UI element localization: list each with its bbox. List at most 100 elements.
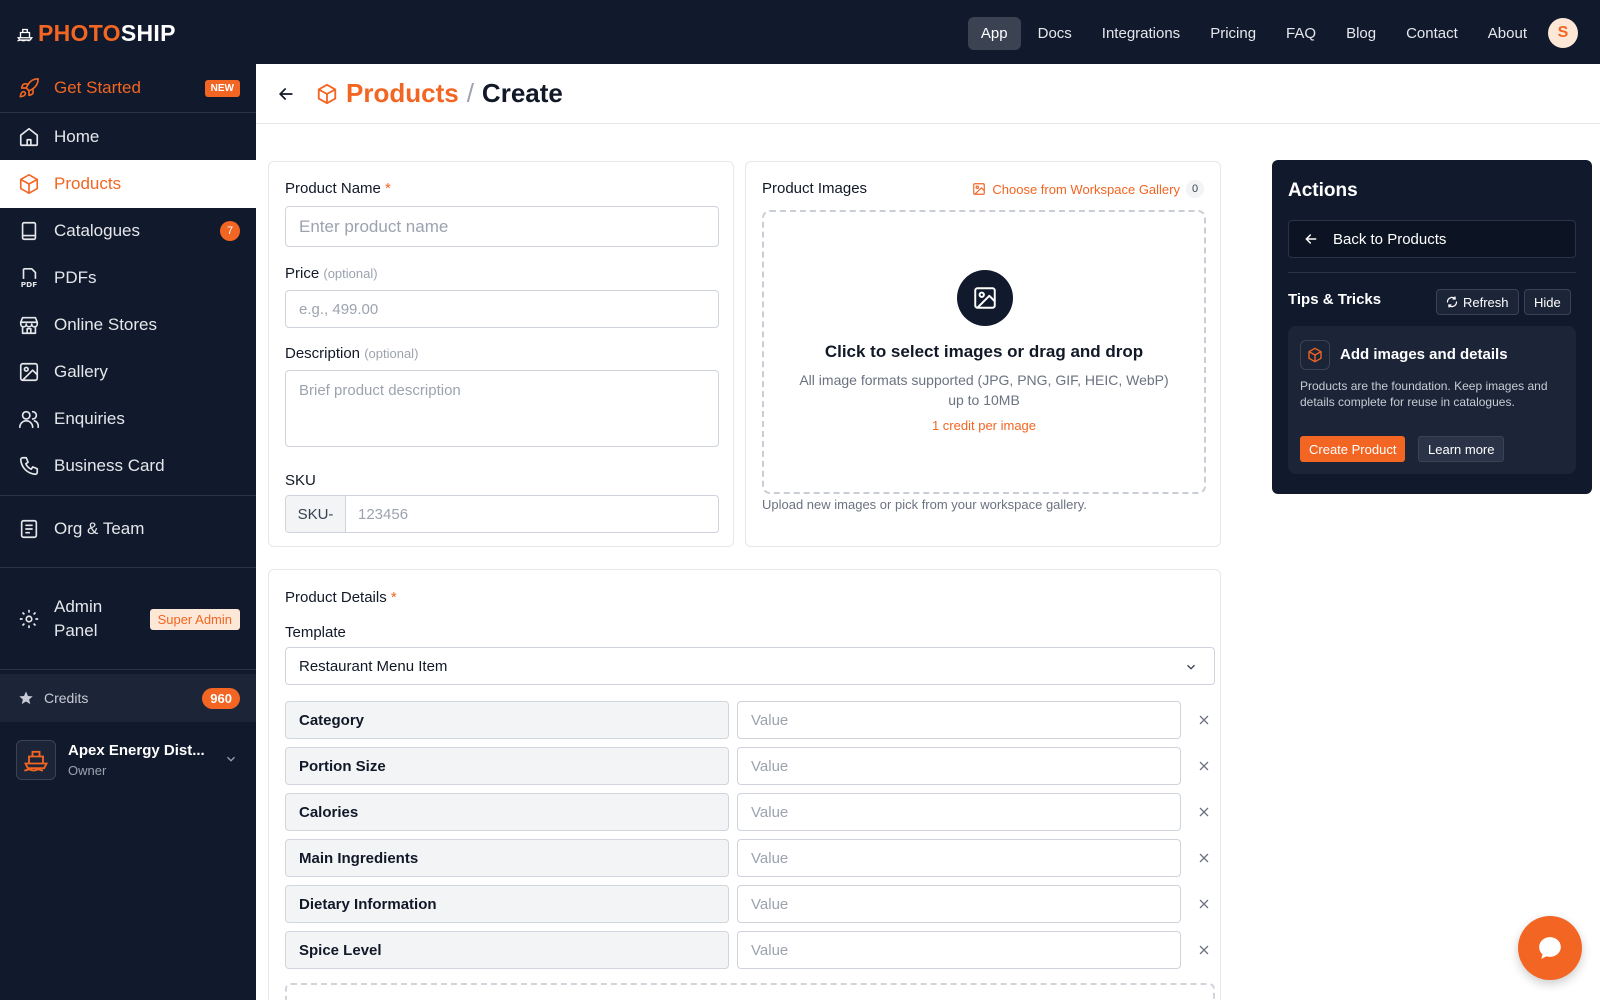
topnav-integrations[interactable]: Integrations	[1089, 17, 1193, 50]
chat-button[interactable]	[1518, 916, 1582, 980]
sidebar-item-business-card[interactable]: Business Card	[0, 442, 256, 490]
topnav-docs[interactable]: Docs	[1025, 17, 1085, 50]
product-details-card: Product Details * Template Restaurant Me…	[268, 569, 1221, 1000]
refresh-tips-button[interactable]: Refresh	[1436, 289, 1519, 315]
image-dropzone[interactable]: Click to select images or drag and drop …	[762, 210, 1206, 494]
org-name: Apex Energy Dist...	[68, 742, 205, 759]
sidebar-item-home[interactable]: Home	[0, 113, 256, 161]
tip-icon-box	[1300, 340, 1330, 370]
refresh-label: Refresh	[1463, 294, 1509, 310]
hide-tips-button[interactable]: Hide	[1524, 289, 1571, 315]
sidebar-item-admin-panel[interactable]: Admin Panel Super Admin	[0, 569, 256, 669]
chevron-down-icon	[1187, 664, 1195, 670]
product-name-input[interactable]: Enter product name	[285, 206, 719, 247]
back-arrow-icon[interactable]	[276, 84, 296, 104]
sidebar-item-online-stores[interactable]: Online Stores	[0, 301, 256, 349]
remove-detail-button[interactable]	[1193, 755, 1215, 777]
dropzone-title: Click to select images or drag and drop	[824, 342, 1144, 361]
logo-part-photo: PHOTO	[38, 20, 121, 46]
chevron-down-icon	[227, 756, 235, 762]
detail-value-input[interactable]: Value	[737, 839, 1181, 877]
home-icon	[19, 127, 39, 147]
remove-detail-button[interactable]	[1193, 709, 1215, 731]
detail-key-calories[interactable]: Calories	[285, 793, 729, 831]
app-logo[interactable]: PHOTOSHIP	[16, 20, 176, 47]
breadcrumb: Products / Create	[316, 78, 563, 109]
super-admin-badge: Super Admin	[149, 608, 240, 630]
detail-key-portion-size[interactable]: Portion Size	[285, 747, 729, 785]
add-detail-row-button[interactable]	[285, 983, 1215, 1000]
rocket-icon	[19, 78, 39, 98]
detail-key-dietary-information[interactable]: Dietary Information	[285, 885, 729, 923]
create-product-button[interactable]: Create Product	[1300, 436, 1406, 462]
detail-value-input[interactable]: Value	[737, 747, 1181, 785]
actions-divider	[1288, 272, 1576, 273]
choose-from-gallery-link[interactable]: Choose from Workspace Gallery 0	[972, 180, 1204, 198]
product-name-label: Product Name *	[285, 180, 391, 197]
page-header: Products / Create	[256, 64, 1600, 124]
svg-text:PDF: PDF	[21, 280, 37, 289]
topnav-about[interactable]: About	[1475, 17, 1540, 50]
detail-value-input[interactable]: Value	[737, 793, 1181, 831]
sidebar-item-pdfs[interactable]: PDF PDFs	[0, 254, 256, 302]
topnav-contact[interactable]: Contact	[1393, 17, 1471, 50]
price-input[interactable]: e.g., 499.00	[285, 290, 719, 328]
learn-more-button[interactable]: Learn more	[1418, 436, 1505, 462]
remove-detail-button[interactable]	[1193, 847, 1215, 869]
image-icon	[974, 287, 996, 309]
ship-icon	[16, 28, 34, 41]
description-textarea[interactable]: Brief product description	[285, 370, 719, 447]
tip-heading: Add images and details	[1340, 346, 1508, 363]
tip-card: Add images and details Products are the …	[1288, 326, 1576, 474]
breadcrumb-products-link[interactable]: Products	[346, 78, 459, 109]
topnav-app[interactable]: App	[967, 17, 1021, 50]
org-logo	[16, 740, 56, 780]
detail-key-main-ingredients[interactable]: Main Ingredients	[285, 839, 729, 877]
remove-detail-button[interactable]	[1193, 801, 1215, 823]
new-badge: NEW	[204, 79, 240, 97]
topnav-blog[interactable]: Blog	[1333, 17, 1389, 50]
credits-row[interactable]: Credits 960	[0, 674, 256, 722]
dropzone-subtitle: All image formats supported (JPG, PNG, G…	[799, 372, 1169, 408]
top-nav: App Docs Integrations Pricing FAQ Blog C…	[967, 17, 1540, 50]
template-label: Template	[285, 624, 346, 641]
sidebar-item-label: Products	[54, 174, 122, 193]
sidebar-item-label: Org & Team	[54, 519, 145, 538]
remove-detail-button[interactable]	[1193, 939, 1215, 961]
sidebar: Get Started NEW Home Products Catalogues…	[0, 64, 256, 1000]
logo-part-ship: SHIP	[120, 20, 176, 46]
template-select[interactable]: Restaurant Menu Item	[285, 647, 1215, 685]
detail-value-input[interactable]: Value	[737, 931, 1181, 969]
org-switcher[interactable]: Apex Energy Dist... Owner	[0, 724, 256, 796]
detail-value-input[interactable]: Value	[737, 885, 1181, 923]
sidebar-item-catalogues[interactable]: Catalogues 7	[0, 207, 256, 255]
product-name-label-text: Product Name	[285, 180, 381, 197]
top-navbar: PHOTOSHIP App Docs Integrations Pricing …	[0, 0, 1600, 64]
close-icon	[1199, 945, 1209, 955]
detail-key-category[interactable]: Category	[285, 701, 729, 739]
ship-icon	[23, 750, 49, 772]
sidebar-item-gallery[interactable]: Gallery	[0, 348, 256, 396]
user-avatar[interactable]: S	[1548, 18, 1578, 48]
credits-count-badge: 960	[202, 687, 240, 709]
detail-value-input[interactable]: Value	[737, 701, 1181, 739]
actions-panel: Actions Back to Products Tips & Tricks R…	[1272, 160, 1592, 494]
box-icon	[19, 174, 39, 194]
remove-detail-button[interactable]	[1193, 893, 1215, 915]
detail-key-spice-level[interactable]: Spice Level	[285, 931, 729, 969]
sidebar-item-products[interactable]: Products	[0, 160, 256, 208]
product-info-card: Product Name * Enter product name Price …	[268, 161, 734, 547]
close-icon	[1199, 853, 1209, 863]
sidebar-item-get-started[interactable]: Get Started NEW	[0, 64, 256, 112]
back-to-products-button[interactable]: Back to Products	[1288, 220, 1576, 258]
topnav-faq[interactable]: FAQ	[1273, 17, 1329, 50]
topnav-pricing[interactable]: Pricing	[1197, 17, 1269, 50]
sidebar-item-org-team[interactable]: Org & Team	[0, 505, 256, 553]
sidebar-item-enquiries[interactable]: Enquiries	[0, 395, 256, 443]
close-icon	[1199, 807, 1209, 817]
logo-text: PHOTOSHIP	[38, 20, 176, 47]
phone-icon	[19, 456, 39, 476]
sku-input[interactable]: 123456	[346, 496, 718, 532]
document-icon	[20, 519, 38, 539]
sku-field: SKU- 123456	[285, 495, 719, 533]
